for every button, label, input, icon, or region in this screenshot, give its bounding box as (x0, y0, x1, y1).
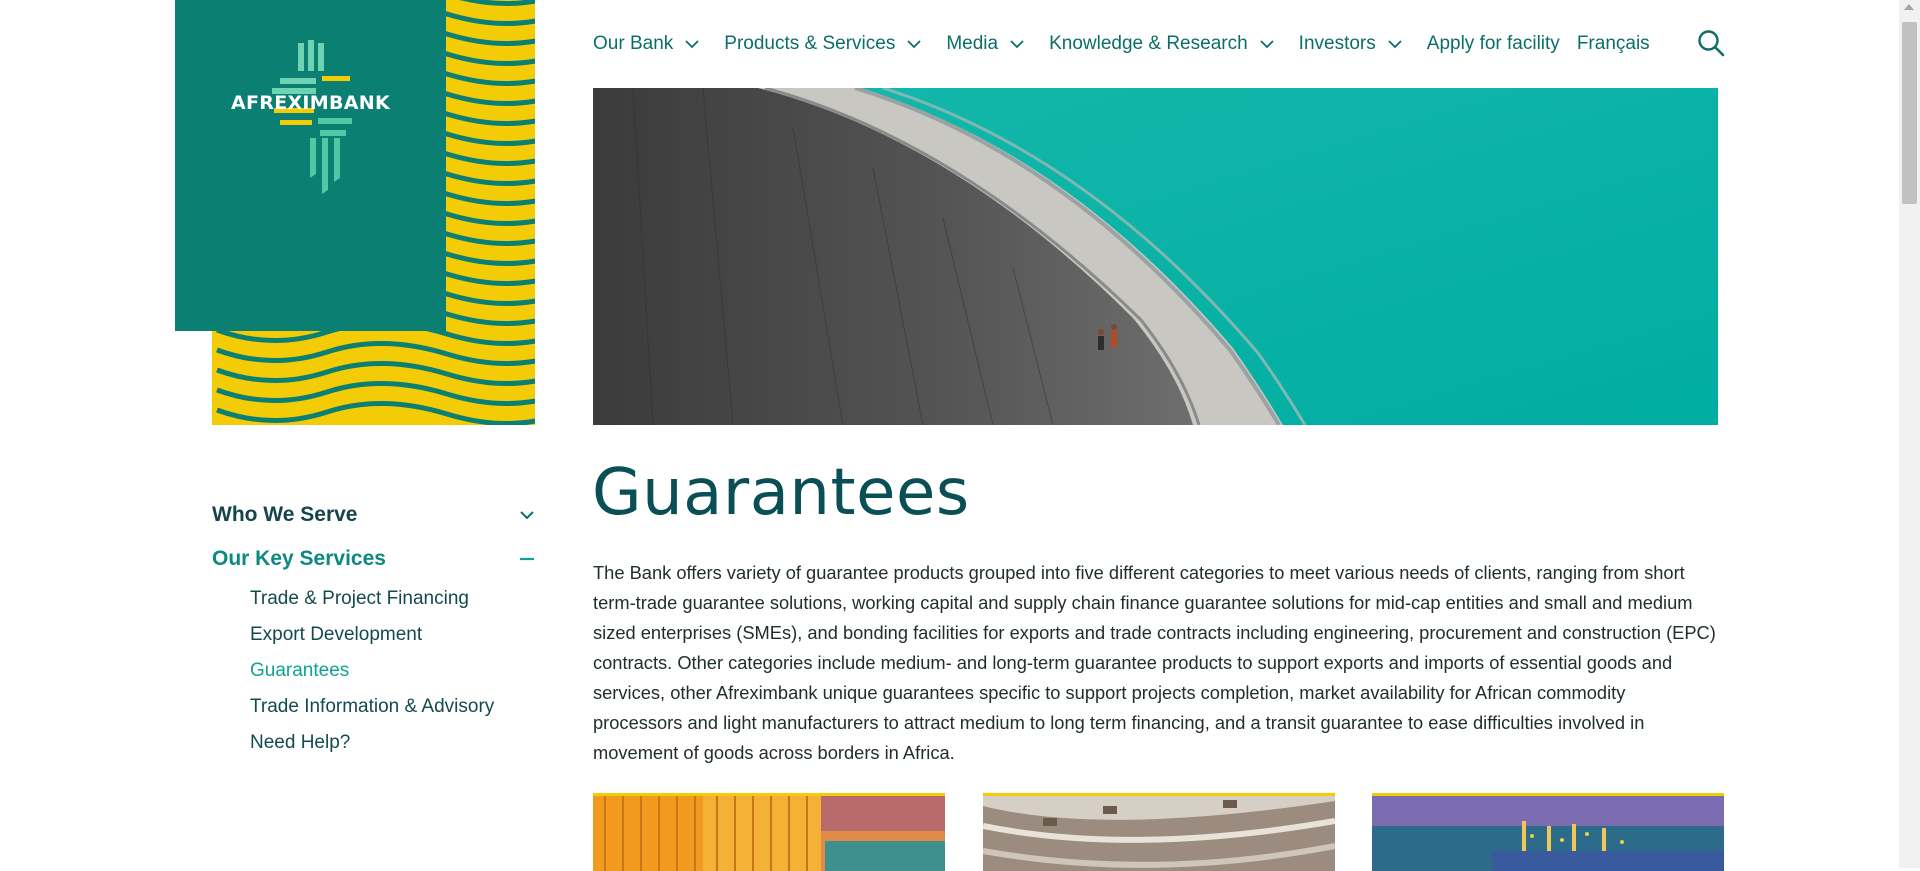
sidebar-navigation: Who We Serve Our Key Services Trade & Pr… (212, 500, 535, 761)
nav-item-language-francais[interactable]: Français (1577, 33, 1650, 55)
nav-item-apply-for-facility[interactable]: Apply for facility (1427, 33, 1560, 55)
card-image-mine[interactable] (983, 793, 1335, 871)
sidebar-section-our-key-services[interactable]: Our Key Services (212, 544, 535, 574)
brand-logo-block[interactable]: AFREXIMBANK (175, 0, 535, 425)
chevron-down-icon (1388, 39, 1402, 48)
sidebar-item-guarantees[interactable]: Guarantees (212, 653, 535, 689)
nav-item-label: Products & Services (724, 33, 896, 54)
main-navigation: Our Bank Products & Services Media Knowl… (593, 26, 1667, 62)
sidebar-item-trade-project-financing[interactable]: Trade & Project Financing (212, 581, 535, 617)
nav-item-label: Investors (1298, 33, 1376, 54)
card-image-port[interactable] (1372, 793, 1724, 871)
scrollbar-thumb[interactable] (1902, 22, 1917, 204)
nav-item-label: Media (946, 33, 999, 54)
chevron-down-icon (520, 511, 534, 520)
afreximbank-logo-icon (272, 40, 352, 194)
nav-item-label: Apply for facility (1426, 33, 1560, 54)
hero-image-dam (593, 88, 1718, 425)
sidebar-section-label: Our Key Services (212, 547, 386, 570)
nav-item-media[interactable]: Media (946, 33, 1024, 55)
nav-item-knowledge-research[interactable]: Knowledge & Research (1049, 33, 1274, 55)
chevron-down-icon (685, 39, 699, 48)
collapse-minus-icon (520, 557, 534, 561)
scroll-up-arrow-icon[interactable] (1904, 4, 1914, 10)
logo-wordmark: AFREXIMBANK (230, 92, 391, 114)
sidebar-sub-list: Trade & Project Financing Export Develop… (212, 581, 535, 761)
sidebar-item-trade-information-advisory[interactable]: Trade Information & Advisory (212, 689, 535, 725)
nav-item-products-services[interactable]: Products & Services (724, 33, 921, 55)
sidebar-item-export-development[interactable]: Export Development (212, 617, 535, 653)
page-title: Guarantees (592, 456, 970, 530)
chevron-down-icon (1010, 39, 1024, 48)
sidebar-section-label: Who We Serve (212, 503, 358, 526)
sidebar-item-need-help[interactable]: Need Help? (212, 725, 535, 761)
nav-item-label: Knowledge & Research (1049, 33, 1248, 54)
card-image-containers[interactable] (593, 793, 945, 871)
nav-item-label: Our Bank (593, 33, 674, 54)
logo-panel: AFREXIMBANK (175, 0, 446, 331)
chevron-down-icon (1260, 39, 1274, 48)
vertical-scrollbar[interactable] (1899, 0, 1920, 868)
nav-item-our-bank[interactable]: Our Bank (593, 33, 699, 55)
nav-item-investors[interactable]: Investors (1299, 33, 1402, 55)
intro-paragraph: The Bank offers variety of guarantee pro… (593, 562, 1716, 763)
search-icon[interactable] (1697, 29, 1725, 57)
page: AFREXIMBANK Our Bank Products & Services… (0, 0, 1920, 871)
nav-item-label: Français (1576, 33, 1650, 54)
sidebar-section-who-we-serve[interactable]: Who We Serve (212, 500, 535, 530)
chevron-down-icon (907, 39, 921, 48)
